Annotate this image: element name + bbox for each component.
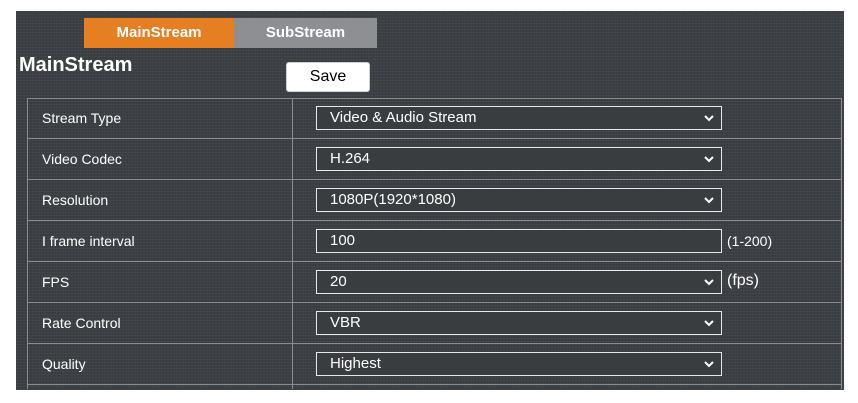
row-i-frame-interval: I frame interval 100 (1-200) [27, 221, 842, 262]
chevron-down-icon [704, 279, 714, 286]
quality-label: Quality [42, 356, 86, 372]
row-fps: FPS 20 (fps) [27, 262, 842, 303]
video-codec-label: Video Codec [42, 151, 122, 167]
tab-mainstream[interactable]: MainStream [84, 18, 234, 48]
fps-label: FPS [42, 274, 70, 290]
row-quality: Quality Highest [27, 344, 842, 385]
section-title: MainStream [19, 54, 133, 76]
video-codec-select[interactable]: H.264 [316, 147, 722, 171]
chevron-down-icon [704, 320, 714, 327]
fps-unit: (fps) [727, 272, 759, 289]
row-stream-type: Stream Type Video & Audio Stream [27, 98, 842, 139]
video-codec-value: H.264 [330, 150, 371, 167]
stream-settings-panel: MainStream SubStream MainStream Save Str… [16, 11, 844, 390]
stream-type-label: Stream Type [42, 110, 122, 126]
rate-control-label: Rate Control [42, 315, 121, 331]
resolution-select[interactable]: 1080P(1920*1080) [316, 188, 722, 212]
rate-control-select[interactable]: VBR [316, 311, 722, 335]
chevron-down-icon [704, 197, 714, 204]
chevron-down-icon [704, 361, 714, 368]
i-frame-interval-label: I frame interval [42, 233, 135, 249]
quality-select[interactable]: Highest [316, 352, 722, 376]
quality-value: Highest [330, 355, 381, 372]
column-divider [292, 98, 293, 389]
row-rate-control: Rate Control VBR [27, 303, 842, 344]
stream-type-select[interactable]: Video & Audio Stream [316, 106, 722, 130]
stream-tabs: MainStream SubStream [84, 18, 377, 48]
i-frame-interval-range: (1-200) [727, 233, 773, 249]
i-frame-interval-input[interactable]: 100 [316, 229, 722, 253]
row-resolution: Resolution 1080P(1920*1080) [27, 180, 842, 221]
tab-substream[interactable]: SubStream [234, 18, 377, 48]
row-video-codec: Video Codec H.264 [27, 139, 842, 180]
stream-type-value: Video & Audio Stream [330, 109, 477, 126]
chevron-down-icon [704, 115, 714, 122]
i-frame-interval-value: 100 [330, 232, 356, 249]
rate-control-value: VBR [330, 314, 361, 331]
fps-select[interactable]: 20 [316, 270, 722, 294]
save-button[interactable]: Save [286, 62, 370, 92]
chevron-down-icon [704, 156, 714, 163]
resolution-value: 1080P(1920*1080) [330, 191, 456, 208]
fps-value: 20 [330, 273, 347, 290]
resolution-label: Resolution [42, 192, 109, 208]
